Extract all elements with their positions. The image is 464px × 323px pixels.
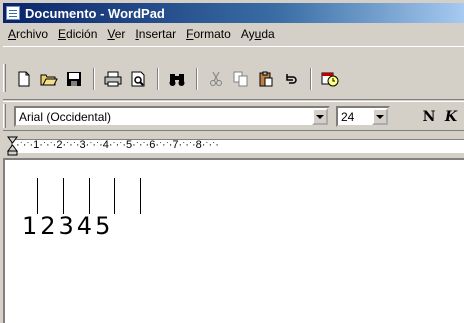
indent-marker-icon[interactable]	[7, 136, 19, 156]
open-folder-icon[interactable]	[37, 68, 60, 90]
menu-insertar[interactable]: Insertar	[130, 25, 181, 43]
toolbar-grip[interactable]	[3, 64, 6, 92]
font-size-value: 24	[341, 110, 355, 124]
font-name-value: Arial (Occidental)	[19, 110, 112, 124]
bold-button[interactable]: N	[418, 106, 440, 127]
ruler-ticks: ·ˑ·ˑ·1·ˑ·ˑ·2·ˑ·ˑ·3·ˑ·ˑ·4·ˑ·ˑ·5·ˑ·ˑ·6·ˑ·ˑ…	[16, 139, 219, 151]
window-title: Documento - WordPad	[25, 5, 165, 21]
toolbar-separator	[157, 68, 159, 90]
menu-ayuda[interactable]: Ayuda	[236, 25, 280, 43]
guide-line	[37, 178, 38, 214]
toolbar-separator	[93, 68, 95, 90]
find-binoculars-icon[interactable]	[165, 68, 188, 90]
toolbar-separator	[196, 68, 198, 90]
wordpad-window: Documento - WordPad Archivo Edición Ver …	[0, 0, 464, 323]
menu-edicion[interactable]: Edición	[53, 25, 102, 43]
formatbar-grip[interactable]	[3, 104, 6, 128]
print-icon[interactable]	[101, 68, 124, 90]
font-size-combo[interactable]: 24	[336, 106, 390, 127]
title-bar[interactable]: Documento - WordPad	[3, 3, 464, 23]
menu-archivo[interactable]: Archivo	[3, 25, 53, 43]
italic-button[interactable]: K	[440, 106, 462, 127]
guide-line	[63, 178, 64, 214]
undo-icon[interactable]	[279, 68, 302, 90]
ruler[interactable]: ·ˑ·ˑ·1·ˑ·ˑ·2·ˑ·ˑ·3·ˑ·ˑ·4·ˑ·ˑ·5·ˑ·ˑ·6·ˑ·ˑ…	[3, 134, 464, 156]
print-preview-icon[interactable]	[126, 68, 149, 90]
insert-datetime-icon[interactable]	[318, 68, 341, 90]
toolbar-separator	[310, 68, 312, 90]
ruler-strip: ·ˑ·ˑ·1·ˑ·ˑ·2·ˑ·ˑ·3·ˑ·ˑ·4·ˑ·ˑ·5·ˑ·ˑ·6·ˑ·ˑ…	[11, 139, 464, 153]
save-disk-icon[interactable]	[62, 68, 85, 90]
size-dropdown-arrow-icon[interactable]	[372, 108, 388, 125]
menu-formato[interactable]: Formato	[181, 25, 236, 43]
cut-scissors-icon[interactable]	[204, 68, 227, 90]
copy-icon[interactable]	[229, 68, 252, 90]
paste-clipboard-icon[interactable]	[254, 68, 277, 90]
document-area[interactable]	[3, 158, 464, 323]
wordpad-app-icon[interactable]	[6, 6, 20, 20]
standard-toolbar	[12, 66, 343, 92]
font-dropdown-arrow-icon[interactable]	[312, 108, 328, 125]
guide-line	[114, 178, 115, 214]
guide-line	[140, 178, 141, 214]
document-text[interactable]: 12345	[22, 212, 113, 240]
guide-line	[89, 178, 90, 214]
menu-bar: Archivo Edición Ver Insertar Formato Ayu…	[3, 24, 464, 44]
menu-ver[interactable]: Ver	[102, 25, 130, 43]
font-name-combo[interactable]: Arial (Occidental)	[14, 106, 330, 127]
new-document-icon[interactable]	[12, 68, 35, 90]
